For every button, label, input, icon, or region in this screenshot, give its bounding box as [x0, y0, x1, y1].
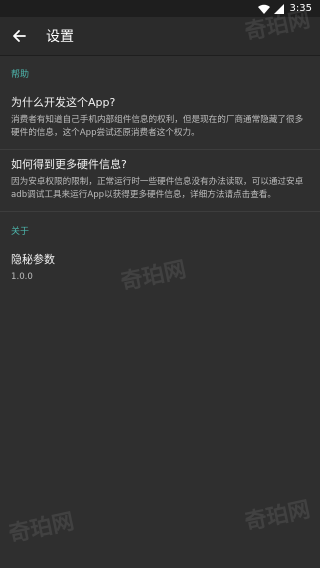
- pref-title: 为什么开发这个App?: [11, 96, 116, 109]
- pref-why-app[interactable]: 为什么开发这个App? 消费者有知道自己手机内部组件信息的权利，但是现在的厂商通…: [0, 88, 320, 150]
- pref-title: 隐秘参数: [11, 253, 55, 266]
- pref-summary: 因为安卓权限的限制，正常运行时一些硬件信息没有办法读取，可以通过安卓adb调试工…: [11, 177, 304, 200]
- pref-version[interactable]: 隐秘参数 1.0.0: [0, 245, 320, 294]
- wifi-icon: [257, 4, 270, 14]
- signal-icon: [273, 3, 284, 14]
- arrow-left-icon[interactable]: [10, 27, 28, 45]
- status-icons: [257, 3, 284, 14]
- watermark: 奇珀网: [242, 497, 313, 536]
- status-bar: 3:35: [0, 0, 320, 17]
- status-time: 3:35: [289, 3, 312, 14]
- page-title: 设置: [46, 29, 74, 45]
- pref-title: 如何得到更多硬件信息?: [11, 158, 127, 171]
- app-toolbar: 设置: [0, 17, 320, 55]
- pref-summary: 消费者有知道自己手机内部组件信息的权利，但是现在的厂商通常隐藏了很多硬件的信息，…: [11, 115, 304, 138]
- section-header-about: 关于: [11, 227, 30, 237]
- section-header-help: 帮助: [11, 70, 30, 80]
- settings-list: 帮助 为什么开发这个App? 消费者有知道自己手机内部组件信息的权利，但是现在的…: [0, 55, 320, 294]
- pref-summary: 1.0.0: [11, 272, 33, 282]
- watermark: 奇珀网: [6, 509, 77, 548]
- pref-more-hardware[interactable]: 如何得到更多硬件信息? 因为安卓权限的限制，正常运行时一些硬件信息没有办法读取，…: [0, 150, 320, 212]
